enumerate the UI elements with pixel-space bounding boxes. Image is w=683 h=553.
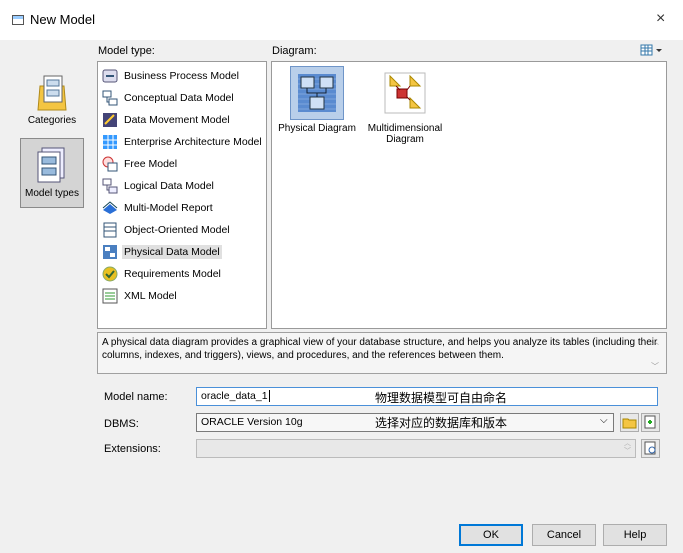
dbms-note: 选择对应的数据库和版本: [375, 416, 508, 430]
extensions-label: Extensions:: [104, 443, 161, 455]
scroll-up-icon[interactable]: ︿: [651, 336, 659, 347]
list-item[interactable]: Multi-Model Report: [102, 198, 215, 218]
app-icon: [12, 15, 24, 25]
list-item[interactable]: Business Process Model: [102, 66, 241, 86]
sidebar-item-label: Model types: [25, 188, 79, 199]
physical-diagram-icon: [298, 74, 336, 112]
list-item[interactable]: Enterprise Architecture Model: [102, 132, 264, 152]
list-item[interactable]: Physical Data Model: [102, 242, 222, 262]
extensions-input[interactable]: [196, 439, 636, 458]
folder-icon: [622, 418, 637, 429]
requirements-icon: [102, 266, 118, 282]
model-name-label: Model name:: [104, 391, 168, 403]
window-title: New Model: [30, 12, 96, 27]
enterprise-architecture-icon: [103, 135, 117, 149]
categories-icon: [37, 75, 67, 111]
chevron-down-icon[interactable]: ⌵: [600, 415, 608, 426]
view-options-icon: [640, 44, 662, 56]
free-model-icon: [102, 156, 118, 172]
properties-icon: [644, 415, 656, 429]
diagram-label: Diagram:: [272, 45, 317, 57]
conceptual-data-icon: [102, 90, 118, 106]
sidebar-item-label: Categories: [27, 115, 77, 126]
diagram-item-label: Multidimensional Diagram: [367, 123, 443, 145]
physical-data-icon: [103, 245, 117, 259]
dbms-value: ORACLE Version 10g: [201, 416, 303, 428]
list-item[interactable]: Free Model: [102, 154, 179, 174]
title-bar: [0, 0, 683, 40]
multidimensional-diagram-icon: [384, 72, 426, 114]
extensions-select-button[interactable]: [641, 439, 660, 458]
model-name-value: oracle_data_1: [201, 390, 268, 402]
model-name-note: 物理数据模型可自由命名: [375, 391, 508, 405]
view-options-button[interactable]: [640, 43, 664, 57]
list-item[interactable]: XML Model: [102, 286, 179, 306]
spin-icon[interactable]: ︿ ﹀: [624, 440, 631, 456]
multi-model-report-icon: [102, 201, 118, 214]
object-oriented-icon: [103, 222, 117, 238]
logical-data-icon: [102, 178, 118, 194]
description-text: A physical data diagram provides a graph…: [102, 337, 658, 361]
select-extensions-icon: [644, 441, 656, 455]
dbms-properties-button[interactable]: [641, 413, 660, 432]
list-item[interactable]: Object-Oriented Model: [102, 220, 232, 240]
sidebar-item-categories[interactable]: Categories: [20, 68, 84, 130]
list-item[interactable]: Requirements Model: [102, 264, 223, 284]
diagram-panel[interactable]: Physical Diagram Multidimensional Diagra…: [271, 61, 667, 329]
ok-button[interactable]: OK: [459, 524, 523, 546]
list-item[interactable]: Logical Data Model: [102, 176, 216, 196]
list-item[interactable]: Data Movement Model: [102, 110, 232, 130]
model-types-icon: [37, 147, 65, 183]
cancel-button[interactable]: Cancel: [532, 524, 596, 546]
list-item[interactable]: Conceptual Data Model: [102, 88, 236, 108]
model-type-label: Model type:: [98, 45, 155, 57]
dbms-label: DBMS:: [104, 418, 139, 430]
description-box: A physical data diagram provides a graph…: [97, 332, 667, 374]
diagram-item-label: Physical Diagram: [278, 123, 356, 134]
data-movement-icon: [103, 113, 117, 127]
sidebar-item-model-types[interactable]: Model types: [20, 138, 84, 208]
browse-dbms-button[interactable]: [620, 413, 639, 432]
close-icon[interactable]: ×: [656, 10, 665, 28]
business-process-icon: [102, 69, 118, 83]
help-button[interactable]: Help: [603, 524, 667, 546]
diagram-item-physical[interactable]: Physical Diagram: [277, 66, 357, 134]
diagram-item-multidimensional[interactable]: Multidimensional Diagram: [365, 66, 445, 145]
xml-model-icon: [102, 288, 118, 304]
scroll-down-icon[interactable]: ﹀: [651, 361, 659, 372]
model-type-list[interactable]: Business Process Model Conceptual Data M…: [97, 61, 267, 329]
